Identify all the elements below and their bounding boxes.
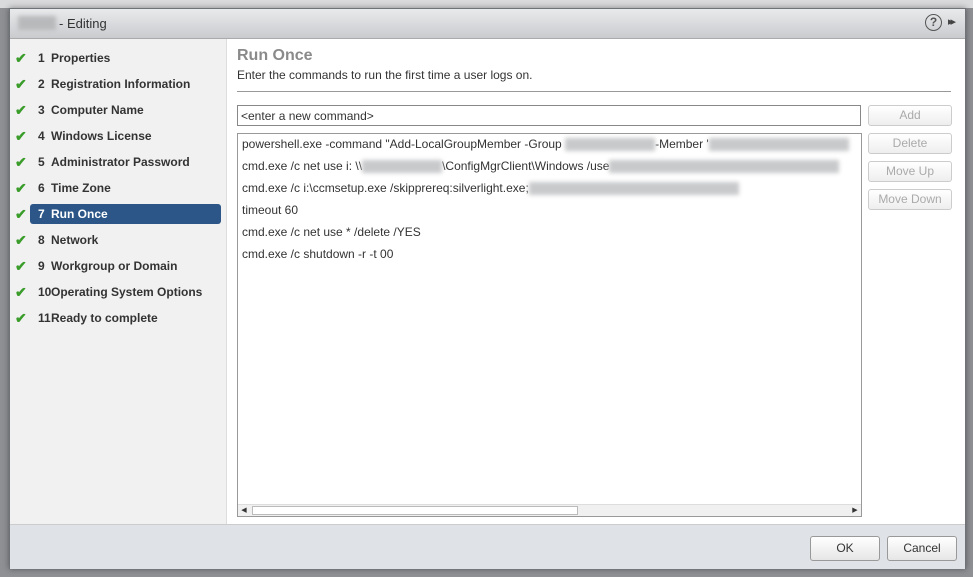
step-label: Workgroup or Domain — [51, 259, 178, 273]
wizard-steps: ✔ 1 Properties ✔ 2 Registration Information ✔ 3… — [10, 39, 227, 524]
page-description: Enter the commands to run the first time… — [237, 68, 533, 82]
redacted-text — [708, 138, 849, 152]
step-registration-information[interactable]: ✔ 2 Registration Information — [10, 74, 227, 94]
run-once-panel: Run Once Enter the commands to run the f… — [227, 39, 967, 524]
step-number: 1 — [38, 51, 45, 65]
step-label: Administrator Password — [51, 155, 190, 169]
step-number: 10 — [38, 285, 52, 299]
step-run-once[interactable]: ✔ 7 Run Once — [10, 204, 227, 224]
step-number: 11 — [38, 311, 51, 325]
step-number: 7 — [38, 207, 45, 221]
checkmark-icon: ✔ — [15, 102, 27, 118]
checkmark-icon: ✔ — [15, 50, 27, 66]
step-number: 3 — [38, 103, 45, 117]
step-label: Properties — [51, 51, 111, 65]
step-properties[interactable]: ✔ 1 Properties — [10, 48, 227, 68]
step-workgroup-or-domain[interactable]: ✔ 9 Workgroup or Domain — [10, 256, 227, 276]
add-button[interactable]: Add — [868, 105, 952, 126]
step-ready-to-complete[interactable]: ✔ 11 Ready to complete — [10, 308, 227, 328]
step-number: 8 — [38, 233, 45, 247]
command-text: cmd.exe /c shutdown -r -t 00 — [242, 247, 394, 261]
step-label: Run Once — [51, 207, 108, 221]
horizontal-scrollbar[interactable]: ◀ ▶ — [238, 504, 861, 516]
redacted-vm-name — [18, 16, 56, 30]
checkmark-icon: ✔ — [15, 284, 27, 300]
step-number: 2 — [38, 77, 45, 91]
dialog-title: - Editing — [59, 16, 107, 31]
help-icon[interactable]: ? — [925, 14, 942, 31]
background-window — [0, 0, 973, 8]
command-row[interactable]: cmd.exe /c net use * /delete /YES — [242, 222, 421, 242]
checkmark-icon: ✔ — [15, 206, 27, 222]
page-title: Run Once — [237, 47, 313, 64]
checkmark-icon: ✔ — [15, 180, 27, 196]
command-text: timeout 60 — [242, 203, 299, 217]
command-text: \ConfigMgrClient\Windows /use — [442, 159, 610, 173]
step-label: Time Zone — [51, 181, 111, 195]
command-row[interactable]: cmd.exe /c i:\ccmsetup.exe /skipprereq:s… — [242, 178, 739, 198]
step-administrator-password[interactable]: ✔ 5 Administrator Password — [10, 152, 227, 172]
command-text: powershell.exe -command "Add-LocalGroupM… — [242, 137, 566, 151]
step-number: 5 — [38, 155, 45, 169]
step-number: 9 — [38, 259, 45, 273]
step-number: 6 — [38, 181, 45, 195]
command-text: cmd.exe /c net use * /delete /YES — [242, 225, 421, 239]
command-list[interactable]: ◀ ▶ powershell.exe -command "Add-LocalGr… — [237, 133, 862, 517]
command-text: cmd.exe /c i:\ccmsetup.exe /skipprereq:s… — [242, 181, 529, 195]
step-time-zone[interactable]: ✔ 6 Time Zone — [10, 178, 227, 198]
command-row[interactable]: powershell.exe -command "Add-LocalGroupM… — [242, 134, 849, 154]
title-bar: - Editing ? ▸▸ — [10, 9, 965, 39]
step-label: Computer Name — [51, 103, 144, 117]
scroll-right-icon[interactable]: ▶ — [849, 505, 861, 516]
edit-dialog: - Editing ? ▸▸ ✔ 1 Properties ✔ 2 Registratio… — [9, 8, 966, 569]
step-label: Network — [51, 233, 99, 247]
command-row[interactable]: cmd.exe /c net use i: \\ \ConfigMgrClient… — [242, 156, 840, 176]
checkmark-icon: ✔ — [15, 232, 27, 248]
step-network[interactable]: ✔ 8 Network — [10, 230, 227, 250]
dialog-footer: OK Cancel — [10, 524, 965, 569]
redacted-text — [362, 160, 443, 174]
step-windows-license[interactable]: ✔ 4 Windows License — [10, 126, 227, 146]
step-computer-name[interactable]: ✔ 3 Computer Name — [10, 100, 227, 120]
command-row[interactable]: cmd.exe /c shutdown -r -t 00 — [242, 244, 393, 264]
checkmark-icon: ✔ — [15, 258, 27, 274]
checkmark-icon: ✔ — [15, 154, 27, 170]
checkmark-icon: ✔ — [15, 76, 27, 92]
checkmark-icon: ✔ — [15, 128, 27, 144]
new-command-input[interactable] — [237, 105, 861, 126]
divider — [237, 91, 951, 92]
redacted-text — [565, 138, 656, 152]
command-text: cmd.exe /c net use i: \\ — [242, 159, 363, 173]
scroll-left-icon[interactable]: ◀ — [238, 505, 250, 516]
ok-button[interactable]: OK — [810, 536, 880, 561]
command-row[interactable]: timeout 60 — [242, 200, 298, 220]
step-label: Registration Information — [51, 77, 191, 91]
move-up-button[interactable]: Move Up — [868, 161, 952, 182]
redacted-text — [609, 160, 840, 174]
scrollbar-thumb[interactable] — [252, 506, 578, 515]
redacted-text — [528, 182, 739, 196]
step-label: Ready to complete — [51, 311, 158, 325]
step-label: Windows License — [51, 129, 152, 143]
step-label: Operating System Options — [51, 285, 203, 299]
command-text: -Member ' — [655, 137, 709, 151]
step-operating-system-options[interactable]: ✔ 10 Operating System Options — [10, 282, 227, 302]
delete-button[interactable]: Delete — [868, 133, 952, 154]
expand-icon[interactable]: ▸▸ — [948, 15, 956, 28]
checkmark-icon: ✔ — [15, 310, 27, 326]
move-down-button[interactable]: Move Down — [868, 189, 952, 210]
step-number: 4 — [38, 129, 45, 143]
cancel-button[interactable]: Cancel — [887, 536, 957, 561]
